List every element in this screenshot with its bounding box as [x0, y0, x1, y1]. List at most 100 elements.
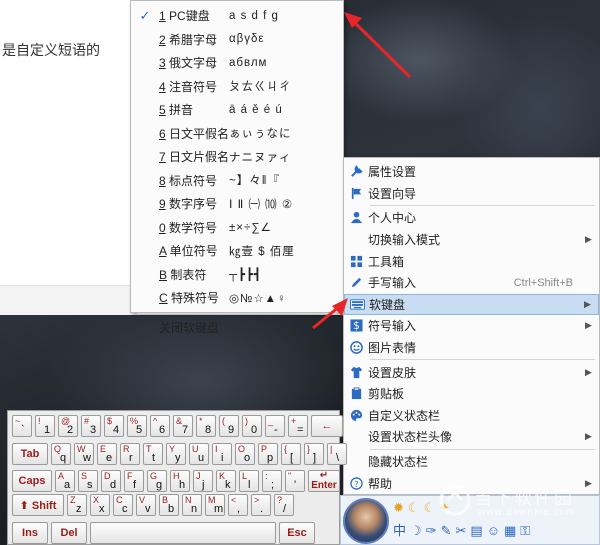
keyboard-key[interactable]: Pp	[258, 443, 278, 465]
soft-keyboard-item[interactable]: 6 日文平假名 ぁぃぅなに	[131, 122, 343, 146]
keyboard-key[interactable]: Cc	[113, 494, 133, 516]
menu-item[interactable]: $ 符号输入 ▶	[344, 315, 599, 337]
menu-item[interactable]: 隐藏状态栏	[344, 451, 599, 473]
menu-item[interactable]: 设置向导	[344, 183, 599, 205]
menu-item[interactable]: 设置状态栏头像 ▶	[344, 426, 599, 448]
keyboard-key[interactable]: Ee	[97, 443, 117, 465]
tool-icon[interactable]: ✂	[455, 523, 466, 539]
menu-item[interactable]: 手写输入 Ctrl+Shift+B	[344, 272, 599, 294]
keyboard-key[interactable]	[90, 522, 276, 544]
keyboard-key[interactable]: (9	[219, 415, 239, 437]
keyboard-key[interactable]: Caps	[12, 470, 52, 492]
punctuation-icon[interactable]: ✑	[426, 523, 437, 539]
lock-icon[interactable]: ⚿	[520, 523, 530, 539]
keyboard-key[interactable]: Ss	[78, 470, 98, 492]
keyboard-key[interactable]: @2	[58, 415, 78, 437]
smiley-icon[interactable]: ☺	[487, 523, 500, 539]
clipboard-icon[interactable]: ▤	[470, 523, 482, 539]
keyboard-key[interactable]: ^ 6	[150, 415, 170, 437]
keyboard-key[interactable]: }]	[304, 443, 324, 465]
keyboard-key[interactable]: Aa	[55, 470, 75, 492]
keyboard-key[interactable]: Rr	[120, 443, 140, 465]
keyboard-key[interactable]: * 8	[196, 415, 216, 437]
keyboard-key[interactable]: $4	[104, 415, 124, 437]
halfwidth-icon[interactable]: ☽	[410, 523, 422, 539]
soft-keyboard-item-name: 3 俄文字母	[159, 54, 229, 71]
key-char: ;	[271, 479, 275, 491]
moon-icon[interactable]: ☾	[408, 500, 420, 516]
keyboard-key[interactable]: Esc	[279, 522, 315, 544]
soft-keyboard-item[interactable]: ✓ 1 PC键盘 a s d f g	[131, 4, 343, 28]
keyboard-key[interactable]: Zz	[67, 494, 87, 516]
keyboard-key[interactable]: ←	[311, 415, 343, 437]
keyboard-key[interactable]: " '	[285, 470, 305, 492]
keyboard-key[interactable]: <,	[228, 494, 248, 516]
keyboard-key[interactable]: Mm	[205, 494, 225, 516]
soft-keyboard-item[interactable]: 9 数字序号 Ⅰ Ⅱ ㈠ ⑽ ②	[131, 192, 343, 216]
keyboard-key[interactable]: Ins	[12, 522, 48, 544]
keyboard-key[interactable]: Enter ↵	[308, 470, 340, 492]
keyboard-key[interactable]: Ww	[74, 443, 94, 465]
menu-item[interactable]: 个人中心	[344, 207, 599, 229]
soft-keyboard-item[interactable]: 4 注音符号 ㄆㄊㄍㄐㄔ	[131, 75, 343, 99]
keyboard-key[interactable]: Bb	[159, 494, 179, 516]
keyboard-key[interactable]: _ -	[265, 415, 285, 437]
keyboard-key[interactable]: ) 0	[242, 415, 262, 437]
keyboard-key[interactable]: Gg	[147, 470, 167, 492]
keyboard-key[interactable]: Ll	[239, 470, 259, 492]
chinese-mode-icon[interactable]: 中	[393, 523, 406, 539]
sun-icon[interactable]: ✹	[393, 500, 404, 516]
keyboard-key[interactable]: Ff	[124, 470, 144, 492]
avatar[interactable]	[343, 498, 389, 544]
soft-keyboard-item[interactable]: C 特殊符号 ◎№☆▲♀	[131, 286, 343, 310]
menu-item[interactable]: 设置皮肤 ▶	[344, 361, 599, 383]
keyboard-key[interactable]: Tab	[12, 443, 48, 465]
keyboard-key[interactable]: #3	[81, 415, 101, 437]
menu-item[interactable]: 切换输入模式 ▶	[344, 229, 599, 251]
menu-item[interactable]: 剪贴板	[344, 383, 599, 405]
keyboard-key[interactable]: Kk	[216, 470, 236, 492]
soft-keyboard-item-label: 注音符号	[165, 79, 218, 94]
crescent-icon[interactable]: ☾	[424, 500, 436, 516]
keyboard-key[interactable]: Uu	[189, 443, 209, 465]
menu-item[interactable]: 自定义状态栏	[344, 405, 599, 427]
keyboard-key[interactable]: ~ `	[12, 415, 32, 437]
keyboard-key[interactable]: Tt	[143, 443, 163, 465]
soft-keyboard-item[interactable]: 7 日文片假名 ナニヌァィ	[131, 145, 343, 169]
keyboard-key[interactable]: ! 1	[35, 415, 55, 437]
keyboard-key[interactable]: Nn	[182, 494, 202, 516]
menu-item[interactable]: 软键盘 ▶	[344, 293, 599, 316]
keyboard-key[interactable]: Hh	[170, 470, 190, 492]
keyboard-key[interactable]: >.	[251, 494, 271, 516]
grid-icon[interactable]: ▦	[504, 523, 516, 539]
menu-item[interactable]: 属性设置	[344, 161, 599, 183]
keyboard-key[interactable]: ⬆ Shift	[12, 494, 64, 516]
close-soft-keyboard-item[interactable]: 关闭软键盘	[131, 317, 343, 339]
soft-keyboard-item[interactable]: B 制表符 ┬┣┣┫	[131, 263, 343, 287]
keyboard-key[interactable]: Qq	[51, 443, 71, 465]
menu-item[interactable]: 工具箱	[344, 250, 599, 272]
keyboard-key[interactable]: % 5	[127, 415, 147, 437]
keyboard-key[interactable]: ? /	[274, 494, 294, 516]
keyboard-key[interactable]: & 7	[173, 415, 193, 437]
soft-keyboard-item[interactable]: 8 标点符号 ~】々‖『	[131, 169, 343, 193]
keyboard-key[interactable]: Dd	[101, 470, 121, 492]
soft-keyboard-item[interactable]: 0 数学符号 ±×÷∑∠	[131, 216, 343, 240]
soft-keyboard-item[interactable]: 3 俄文字母 абвлм	[131, 51, 343, 75]
keyboard-key[interactable]: {[	[281, 443, 301, 465]
keyboard-key[interactable]: Xx	[90, 494, 110, 516]
keyboard-key[interactable]: | \	[327, 443, 347, 465]
keyboard-key[interactable]: Yy	[166, 443, 186, 465]
keyboard-key[interactable]: Del	[51, 522, 87, 544]
keyboard-key[interactable]: + =	[288, 415, 308, 437]
keyboard-key[interactable]: Vv	[136, 494, 156, 516]
pen-icon[interactable]: ✎	[441, 523, 452, 539]
keyboard-key[interactable]: :;	[262, 470, 282, 492]
keyboard-key[interactable]: Oo	[235, 443, 255, 465]
keyboard-key[interactable]: Jj	[193, 470, 213, 492]
soft-keyboard-item[interactable]: 5 拼音 ā á ě é ú	[131, 98, 343, 122]
menu-item[interactable]: 图片表情	[344, 337, 599, 359]
soft-keyboard-item[interactable]: A 单位符号 ㎏壹 $ 佰厘	[131, 239, 343, 263]
soft-keyboard-item[interactable]: 2 希腊字母 αβγδε	[131, 28, 343, 52]
keyboard-key[interactable]: Ii	[212, 443, 232, 465]
